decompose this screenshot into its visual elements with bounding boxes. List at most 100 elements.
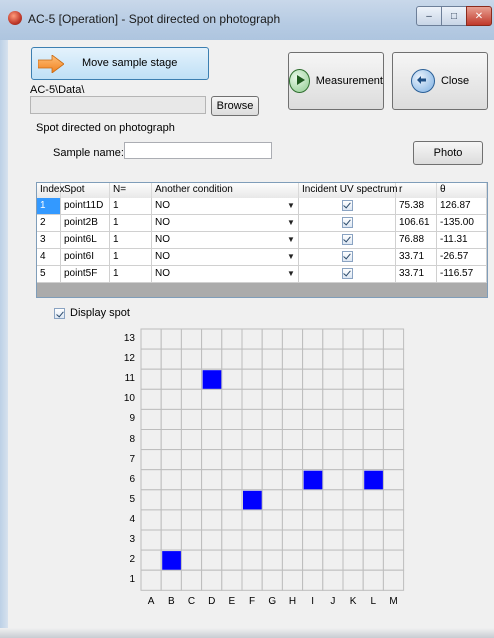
grid-cell[interactable] <box>140 429 162 451</box>
grid-cell[interactable] <box>281 509 304 531</box>
grid-cell[interactable] <box>281 429 304 451</box>
grid-cell[interactable] <box>140 328 162 350</box>
grid-cell[interactable] <box>382 388 405 410</box>
grid-cell[interactable] <box>302 429 324 451</box>
grid-cell[interactable] <box>342 509 364 531</box>
grid-cell[interactable] <box>180 408 203 430</box>
grid-cell[interactable] <box>382 529 405 551</box>
grid-cell[interactable] <box>382 429 405 451</box>
grid-cell[interactable] <box>221 348 243 370</box>
grid-cell[interactable] <box>281 328 304 350</box>
grid-cell[interactable] <box>180 449 203 471</box>
grid-cell[interactable] <box>261 549 283 571</box>
grid-cell[interactable] <box>342 529 364 551</box>
spot-marker[interactable] <box>162 551 181 570</box>
grid-cell[interactable] <box>160 408 182 430</box>
maximize-button[interactable]: □ <box>441 6 467 26</box>
grid-cell[interactable] <box>322 368 344 390</box>
grid-cell[interactable] <box>221 429 243 451</box>
grid-cell[interactable] <box>342 569 364 591</box>
spot-marker[interactable] <box>303 470 323 490</box>
grid-cell[interactable] <box>241 328 263 350</box>
grid-cell[interactable] <box>382 408 405 430</box>
grid-cell[interactable] <box>140 509 162 531</box>
grid-cell[interactable] <box>261 469 283 491</box>
grid-cell[interactable] <box>201 469 223 491</box>
grid-cell[interactable] <box>221 529 243 551</box>
grid-cell[interactable] <box>342 469 364 491</box>
grid-cell[interactable] <box>261 328 283 350</box>
grid-cell[interactable] <box>302 368 324 390</box>
grid-cell[interactable] <box>322 569 344 591</box>
grid-cell[interactable] <box>281 348 304 370</box>
grid-cell[interactable] <box>221 549 243 571</box>
spot-marker[interactable] <box>243 490 262 510</box>
grid-cell[interactable] <box>322 408 344 430</box>
grid-cell[interactable] <box>342 388 364 410</box>
grid-cell[interactable] <box>140 408 162 430</box>
grid-cell[interactable] <box>281 529 304 551</box>
grid-cell[interactable] <box>322 449 344 471</box>
grid-cell[interactable] <box>382 489 405 511</box>
grid-cell[interactable] <box>140 388 162 410</box>
grid-cell[interactable] <box>180 549 203 571</box>
grid-cell[interactable] <box>201 509 223 531</box>
grid-cell[interactable] <box>221 469 243 491</box>
grid-cell[interactable] <box>160 348 182 370</box>
grid-cell[interactable] <box>302 569 324 591</box>
grid-cell[interactable] <box>241 509 263 531</box>
grid-cell[interactable] <box>302 328 324 350</box>
grid-cell[interactable] <box>362 529 384 551</box>
grid-cell[interactable] <box>302 449 324 471</box>
grid-cell[interactable] <box>261 348 283 370</box>
spot-marker[interactable] <box>202 370 222 389</box>
grid-cell[interactable] <box>261 509 283 531</box>
grid-cell[interactable] <box>322 388 344 410</box>
grid-cell[interactable] <box>241 529 263 551</box>
grid-cell[interactable] <box>342 348 364 370</box>
grid-cell[interactable] <box>160 569 182 591</box>
window-close-button[interactable]: ✕ <box>466 6 492 26</box>
grid-cell[interactable] <box>221 368 243 390</box>
grid-cell[interactable] <box>302 388 324 410</box>
grid-cell[interactable] <box>302 348 324 370</box>
grid-cell[interactable] <box>241 368 263 390</box>
grid-cell[interactable] <box>221 509 243 531</box>
grid-cell[interactable] <box>160 449 182 471</box>
grid-cell[interactable] <box>201 569 223 591</box>
grid-cell[interactable] <box>201 489 223 511</box>
grid-cell[interactable] <box>281 408 304 430</box>
grid-cell[interactable] <box>322 348 344 370</box>
grid-cell[interactable] <box>241 549 263 571</box>
grid-cell[interactable] <box>160 429 182 451</box>
grid-cell[interactable] <box>382 549 405 571</box>
grid-cell[interactable] <box>221 388 243 410</box>
grid-cell[interactable] <box>201 529 223 551</box>
grid-cell[interactable] <box>180 328 203 350</box>
grid-cell[interactable] <box>201 348 223 370</box>
spot-marker[interactable] <box>364 470 383 490</box>
grid-cell[interactable] <box>362 509 384 531</box>
grid-cell[interactable] <box>221 449 243 471</box>
grid-cell[interactable] <box>221 408 243 430</box>
grid-cell[interactable] <box>261 408 283 430</box>
grid-cell[interactable] <box>261 569 283 591</box>
grid-cell[interactable] <box>281 368 304 390</box>
grid-cell[interactable] <box>221 328 243 350</box>
grid-cell[interactable] <box>322 429 344 451</box>
grid-cell[interactable] <box>302 408 324 430</box>
grid-cell[interactable] <box>281 489 304 511</box>
grid-cell[interactable] <box>140 368 162 390</box>
grid-cell[interactable] <box>241 408 263 430</box>
grid-cell[interactable] <box>180 569 203 591</box>
title-bar[interactable]: AC-5 [Operation] - Spot directed on phot… <box>0 0 494 41</box>
grid-cell[interactable] <box>342 489 364 511</box>
grid-cell[interactable] <box>382 569 405 591</box>
grid-cell[interactable] <box>382 348 405 370</box>
grid-cell[interactable] <box>180 529 203 551</box>
grid-cell[interactable] <box>241 429 263 451</box>
grid-cell[interactable] <box>362 328 384 350</box>
grid-cell[interactable] <box>201 388 223 410</box>
grid-cell[interactable] <box>241 469 263 491</box>
grid-cell[interactable] <box>382 449 405 471</box>
